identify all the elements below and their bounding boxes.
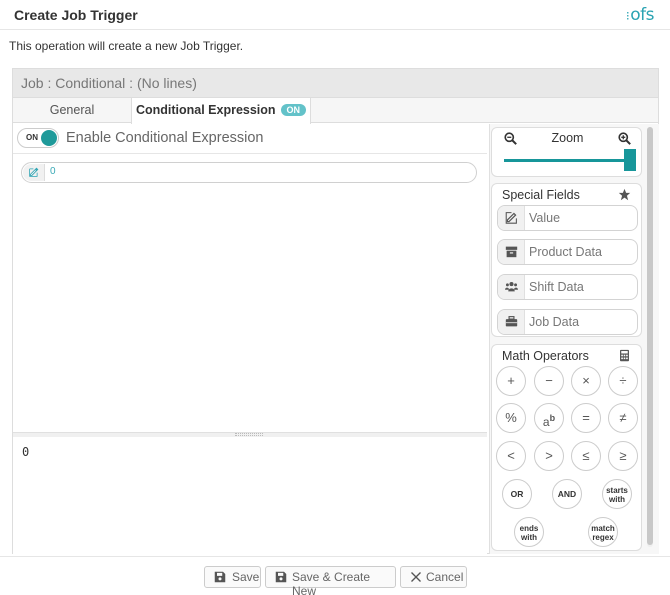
calculator-icon [620, 349, 629, 362]
expression-output: 0 [13, 437, 487, 554]
math-operators-title: Math Operators [502, 349, 589, 363]
op-minus-button[interactable]: − [534, 366, 564, 396]
dialog-footer: Save Save & Create New Cancel [0, 556, 670, 595]
save-icon [214, 571, 226, 583]
dialog-header: Create Job Trigger ⁝ofs [0, 0, 670, 30]
op-greater-than-button[interactable]: > [534, 441, 564, 471]
op-less-than-button[interactable]: < [496, 441, 526, 471]
star-icon[interactable] [618, 188, 631, 201]
field-value-label: Value [529, 211, 561, 225]
zoom-slider-track[interactable] [504, 159, 624, 162]
save-create-new-label: Save & Create New [292, 570, 371, 595]
users-icon [505, 282, 518, 292]
tab-general[interactable]: General [13, 98, 131, 123]
field-shift-data-button[interactable]: Shift Data [497, 274, 638, 300]
op-power-button[interactable]: ab [534, 403, 564, 433]
field-product-data-label: Product Data [529, 245, 602, 259]
save-label: Save [232, 570, 260, 584]
tab-conditional-expression-label: Conditional Expression [135, 103, 276, 117]
op-greater-equal-button[interactable]: ≥ [608, 441, 638, 471]
zoom-slider-handle[interactable] [624, 149, 636, 171]
cancel-button[interactable]: Cancel [400, 566, 467, 588]
job-trigger-panel: Job : Conditional : (No lines) General C… [12, 68, 659, 554]
op-and-button[interactable]: AND [552, 479, 582, 509]
enable-row: ON Enable Conditional Expression [13, 124, 487, 154]
enable-label: Enable Conditional Expression [66, 130, 264, 146]
expression-editor[interactable]: 0 [13, 155, 487, 432]
op-less-equal-button[interactable]: ≤ [571, 441, 601, 471]
expression-field[interactable]: 0 [21, 162, 477, 183]
dialog-title: Create Job Trigger [14, 7, 138, 23]
field-job-data-label: Job Data [529, 315, 580, 329]
op-not-equals-button[interactable]: ≠ [608, 403, 638, 433]
field-value-icon-cell [498, 206, 525, 230]
ofs-logo: ⁝ofs [625, 5, 655, 25]
special-fields-panel: Special Fields Value Product Data Shift … [491, 183, 642, 337]
logo-text: ofs [630, 5, 654, 25]
save-icon [275, 571, 287, 583]
dialog-description: This operation will create a new Job Tri… [9, 39, 244, 53]
zoom-in-icon[interactable] [618, 132, 631, 145]
field-job-data-button[interactable]: Job Data [497, 309, 638, 335]
tools-sidebar: Zoom Special Fields Value Product Data S… [489, 124, 659, 554]
field-product-data-icon-cell [498, 240, 525, 264]
op-modulo-button[interactable]: % [496, 403, 526, 433]
op-plus-button[interactable]: + [496, 366, 526, 396]
edit-icon [505, 212, 517, 224]
field-product-data-button[interactable]: Product Data [497, 239, 638, 265]
field-shift-data-icon-cell [498, 275, 525, 299]
close-icon [411, 572, 421, 582]
tab-conditional-expression[interactable]: Conditional Expression ON [131, 98, 311, 124]
op-equals-button[interactable]: = [571, 403, 601, 433]
toggle-state: ON [26, 133, 38, 142]
op-divide-button[interactable]: ÷ [608, 366, 638, 396]
expression-output-value: 0 [22, 445, 30, 459]
special-fields-title: Special Fields [502, 188, 580, 202]
edit-icon [29, 167, 39, 177]
sidebar-scroll-thumb[interactable] [647, 127, 653, 545]
field-value-button[interactable]: Value [497, 205, 638, 231]
sidebar-scrollbar[interactable] [647, 127, 653, 547]
archive-icon [505, 246, 518, 258]
op-or-button[interactable]: OR [502, 479, 532, 509]
math-operators-panel: Math Operators + − × ÷ % ab = ≠ < > ≤ ≥ … [491, 344, 642, 551]
toggle-knob [41, 130, 57, 146]
briefcase-icon [505, 316, 518, 327]
on-badge: ON [280, 104, 307, 116]
zoom-control: Zoom [491, 127, 642, 177]
save-create-new-button[interactable]: Save & Create New [265, 566, 396, 595]
save-button[interactable]: Save [204, 566, 261, 588]
op-power-label: ab [542, 413, 556, 429]
field-job-data-icon-cell [498, 310, 525, 334]
op-match-regex-button[interactable]: match regex [588, 517, 618, 547]
cancel-label: Cancel [426, 570, 464, 584]
field-shift-data-label: Shift Data [529, 280, 584, 294]
enable-toggle[interactable]: ON [17, 128, 59, 148]
expression-area: ON Enable Conditional Expression 0 0 [13, 124, 487, 554]
op-multiply-button[interactable]: × [571, 366, 601, 396]
edit-expression-button[interactable] [23, 164, 45, 181]
splitter-grip[interactable] [235, 433, 263, 436]
op-starts-with-button[interactable]: starts with [602, 479, 632, 509]
tab-bar: General Conditional Expression ON [13, 98, 658, 124]
panel-header: Job : Conditional : (No lines) [13, 69, 658, 98]
op-ends-with-button[interactable]: ends with [514, 517, 544, 547]
expression-value: 0 [50, 166, 56, 177]
